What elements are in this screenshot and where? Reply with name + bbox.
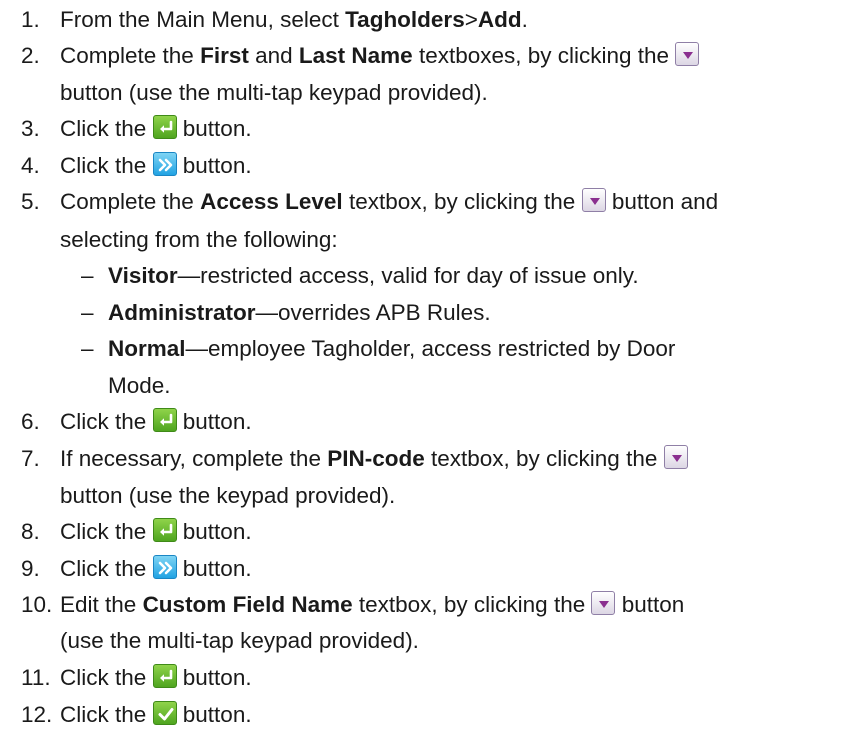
bold-term: First [200, 43, 249, 68]
text-run: and [248, 43, 299, 68]
step-number: 1. [21, 7, 40, 32]
step-text: Click the button. [60, 697, 252, 733]
enter-icon [152, 115, 177, 139]
dropdown-icon [663, 445, 688, 469]
text-run: button. [176, 665, 252, 690]
bold-term: Tagholders [345, 7, 465, 32]
text-run: Click the [60, 519, 153, 544]
step-number: 3. [21, 116, 40, 141]
bold-term: Last Name [298, 43, 413, 68]
text-run: If necessary, complete the [60, 446, 328, 471]
text-run: Click the [60, 409, 153, 434]
bold-term: Access Level [200, 189, 343, 214]
step-number: 5. [21, 189, 40, 214]
text-run: Click the [60, 665, 153, 690]
bullet-dash: – [81, 300, 94, 325]
text-run: —employee Tagholder, access restricted b… [185, 336, 676, 361]
enter-icon [152, 408, 177, 432]
step-text: Visitor—restricted access, valid for day… [108, 258, 639, 294]
next-icon [152, 152, 177, 176]
step-text: Click the button. [60, 404, 252, 440]
step-text: Complete the First and Last Name textbox… [60, 38, 700, 74]
step-text: Mode. [108, 368, 171, 404]
bullet-dash: – [81, 263, 94, 288]
step-text: Click the button. [60, 514, 252, 550]
text-run: Click the [60, 702, 153, 727]
confirm-check-icon [152, 701, 177, 725]
step-text: Click the button. [60, 551, 252, 587]
bold-term: Administrator [108, 300, 256, 325]
next-icon [152, 555, 177, 579]
bullet-dash: – [81, 336, 94, 361]
step-number: 4. [21, 153, 40, 178]
step-text: Click the button. [60, 148, 252, 184]
text-run: —restricted access, valid for day of iss… [177, 263, 639, 288]
dropdown-icon [675, 42, 700, 66]
step-text: If necessary, complete the PIN-code text… [60, 441, 688, 477]
dropdown-icon [581, 188, 606, 212]
step-text: selecting from the following: [60, 222, 338, 258]
enter-icon [152, 664, 177, 688]
step-number: 6. [21, 409, 40, 434]
instruction-document: 1. From the Main Menu, select Tagholders>… [0, 0, 855, 741]
text-run: button (use the multi-tap keypad provide… [60, 80, 488, 105]
step-text: (use the multi-tap keypad provided). [60, 623, 419, 659]
text-run: button. [176, 409, 252, 434]
text-run: textboxes, by clicking the [412, 43, 676, 68]
text-run: button. [176, 519, 252, 544]
text-run: Mode. [108, 373, 171, 398]
step-text: button (use the multi-tap keypad provide… [60, 75, 488, 111]
text-run: . [521, 7, 528, 32]
text-run: button and [605, 189, 719, 214]
step-text: From the Main Menu, select Tagholders>Ad… [60, 2, 528, 38]
step-number: 2. [21, 43, 40, 68]
text-run: Complete the [60, 43, 201, 68]
step-text: Administrator—overrides APB Rules. [108, 295, 491, 331]
dropdown-icon [591, 591, 616, 615]
step-number: 7. [21, 446, 40, 471]
step-number: 8. [21, 519, 40, 544]
step-text: Normal—employee Tagholder, access restri… [108, 331, 675, 367]
text-run: textbox, by clicking the [352, 592, 592, 617]
bold-term: Visitor [108, 263, 178, 288]
text-run: From the Main Menu, select [60, 7, 346, 32]
text-run: button. [176, 116, 252, 141]
text-run: button (use the keypad provided). [60, 483, 396, 508]
step-number: 11. [21, 665, 51, 690]
text-run: button [615, 592, 685, 617]
text-run: —overrides APB Rules. [255, 300, 491, 325]
text-run: > [464, 7, 478, 32]
step-number: 9. [21, 556, 40, 581]
step-number: 10. [21, 592, 53, 617]
text-run: selecting from the following: [60, 227, 338, 252]
bold-term: PIN-code [327, 446, 425, 471]
text-run: Complete the [60, 189, 201, 214]
bold-term: Add [477, 7, 522, 32]
step-text: Click the button. [60, 660, 252, 696]
step-number: 12. [21, 702, 53, 727]
enter-icon [152, 518, 177, 542]
text-run: Click the [60, 116, 153, 141]
step-text: Complete the Access Level textbox, by cl… [60, 184, 718, 220]
text-run: Click the [60, 556, 153, 581]
text-run: (use the multi-tap keypad provided). [60, 628, 419, 653]
step-text: button (use the keypad provided). [60, 478, 395, 514]
bold-term: Normal [108, 336, 186, 361]
text-run: textbox, by clicking the [342, 189, 582, 214]
text-run: Click the [60, 153, 153, 178]
text-run: button. [176, 702, 252, 727]
step-text: Click the button. [60, 111, 252, 147]
bold-term: Custom Field Name [142, 592, 353, 617]
text-run: button. [176, 153, 252, 178]
text-run: Edit the [60, 592, 143, 617]
text-run: textbox, by clicking the [424, 446, 664, 471]
step-text: Edit the Custom Field Name textbox, by c… [60, 587, 684, 623]
text-run: button. [176, 556, 252, 581]
